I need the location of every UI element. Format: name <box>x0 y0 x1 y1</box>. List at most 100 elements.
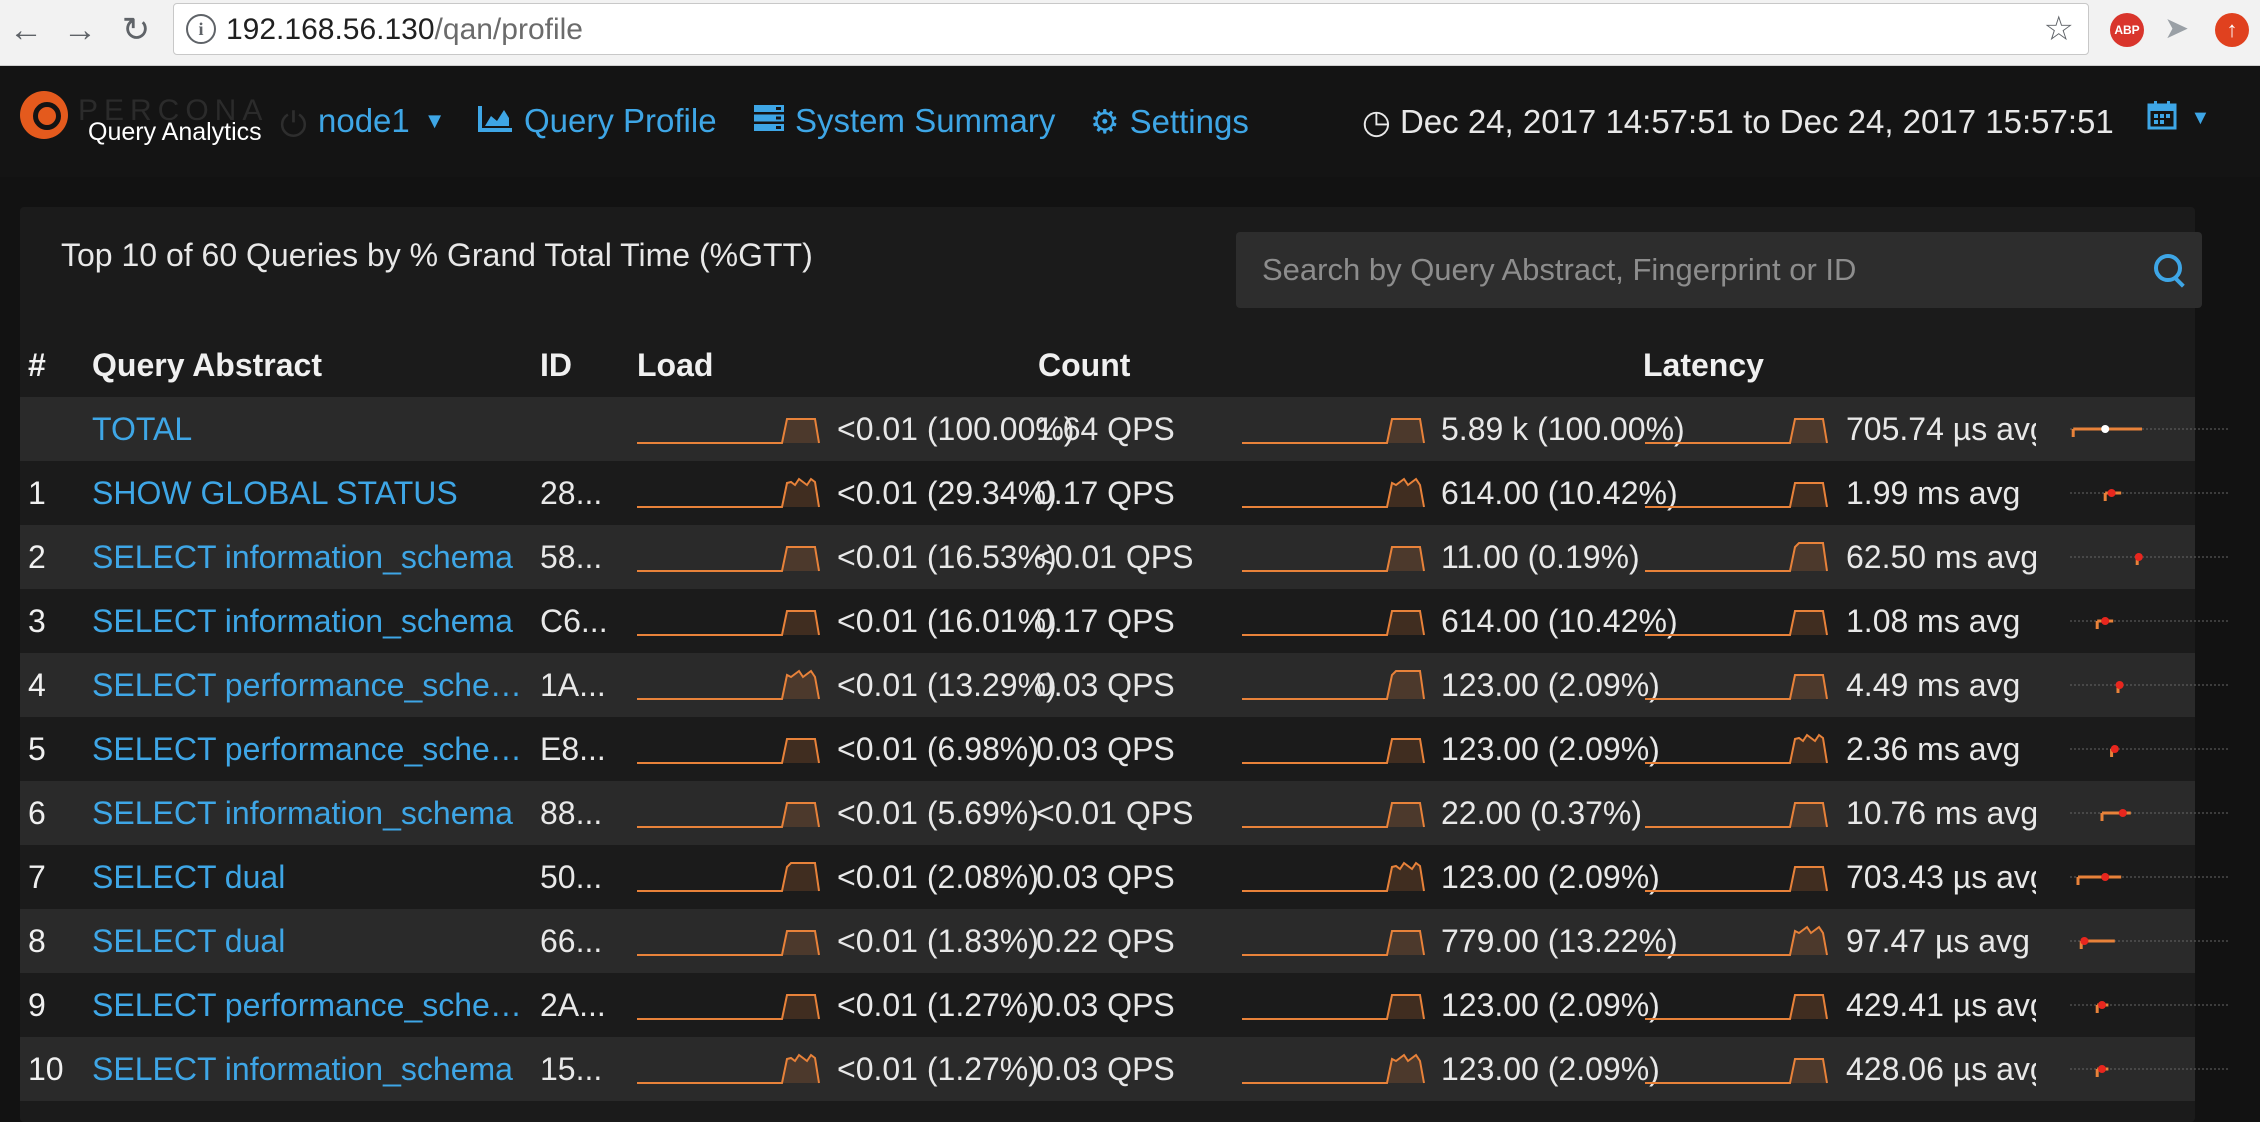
count-qps: <0.01 QPS <box>1036 795 1194 831</box>
row-index: 4 <box>28 667 46 703</box>
lat-sparkline-area <box>1645 867 1827 891</box>
caret-down-icon: ▼ <box>423 108 446 133</box>
info-icon[interactable]: i <box>186 14 216 44</box>
time-range-text: Dec 24, 2017 14:57:51 to Dec 24, 2017 15… <box>1399 103 2114 140</box>
query-abstract-link[interactable]: SELECT dual <box>92 859 532 896</box>
query-abstract-link[interactable]: SELECT information_schema <box>92 795 532 832</box>
table-row[interactable]: 1 SHOW GLOBAL STATUS 28... <0.01 (29.34%) 0.… <box>20 461 2230 525</box>
query-profile-panel: Top 10 of 60 Queries by % Grand Total Ti… <box>20 207 2230 1122</box>
query-abstract-link[interactable]: SELECT information_schema <box>92 539 532 576</box>
latency-value: 10.76 ms avg <box>1846 795 2036 832</box>
nav-settings[interactable]: ⚙ Settings <box>1090 102 1249 141</box>
latency-median-dot <box>2098 1001 2106 1009</box>
latency-median-dot <box>2101 873 2110 881</box>
query-abstract-link[interactable]: SELECT information_schema <box>92 603 532 640</box>
count-sparkline-area <box>1242 1055 1424 1083</box>
col-id[interactable]: ID <box>540 347 572 384</box>
row-index: 7 <box>28 859 46 895</box>
load-sparkline <box>637 610 820 636</box>
count-sparkline-area <box>1242 739 1424 763</box>
table-row[interactable]: 7 SELECT dual 50... <0.01 (2.08%) 0.03 QPS 12… <box>20 845 2230 909</box>
url-text[interactable]: 192.168.56.130/qan/profile <box>226 13 583 47</box>
table-row[interactable]: 8 SELECT dual 66... <0.01 (1.83%) 0.22 QPS 77… <box>20 909 2230 973</box>
count-qps: 0.03 QPS <box>1036 1051 1175 1087</box>
latency-text: 428.06 µs avg <box>1846 1051 2036 1087</box>
query-abstract-link[interactable]: SELECT performance_schema <box>92 667 532 704</box>
table-row[interactable]: 5 SELECT performance_schema E8... <0.01 (6.… <box>20 717 2230 781</box>
lat-sparkline <box>1645 542 1828 572</box>
col-latency[interactable]: Latency <box>1643 347 1764 384</box>
lat-sparkline-area <box>1645 483 1827 507</box>
latency-value: 429.41 µs avg <box>1846 987 2036 1024</box>
power-icon: ⏻ <box>280 106 307 144</box>
col-count[interactable]: Count <box>1038 347 1130 384</box>
count-sparkline <box>1242 802 1425 828</box>
count-qps: 0.17 QPS <box>1036 603 1175 639</box>
address-bar[interactable]: i 192.168.56.130/qan/profile ☆ <box>173 3 2089 55</box>
table-header: # Query Abstract ID Load Count Latency <box>20 337 2195 393</box>
latency-distribution <box>2070 1065 2230 1077</box>
bookmark-star-icon[interactable]: ☆ <box>2044 9 2074 49</box>
search-icon[interactable] <box>2154 254 2182 282</box>
load-percent: <0.01 (29.34%) <box>837 475 1057 511</box>
nav-query-profile-label: Query Profile <box>524 102 717 139</box>
table-row[interactable]: 9 SELECT performance_schema 2A... <0.01 (1.… <box>20 973 2230 1037</box>
adblock-plus-icon[interactable]: ABP <box>2110 13 2144 47</box>
table-row[interactable]: 4 SELECT performance_schema 1A... <0.01 (13… <box>20 653 2230 717</box>
count-sparkline <box>1242 610 1425 636</box>
latency-value: 703.43 µs avg <box>1846 859 2036 896</box>
lat-sparkline <box>1645 418 1828 444</box>
row-index: 10 <box>28 1051 64 1087</box>
forward-arrow-icon[interactable]: → <box>58 8 102 52</box>
node-selector[interactable]: node1 ▼ <box>318 102 446 140</box>
query-id: 15... <box>540 1051 603 1087</box>
nav-settings-label: Settings <box>1129 103 1249 140</box>
load-sparkline <box>637 994 820 1020</box>
row-index: 2 <box>28 539 46 575</box>
node-label: node1 <box>318 102 410 139</box>
count-qps: 0.03 QPS <box>1036 731 1175 767</box>
load-percent: <0.01 (16.53%) <box>837 539 1057 575</box>
col-query-abstract[interactable]: Query Abstract <box>92 347 322 384</box>
table-row[interactable]: 10 SELECT information_schema 15... <0.01 (1… <box>20 1037 2230 1101</box>
load-sparkline <box>637 418 820 444</box>
brand-subtitle: Query Analytics <box>88 118 262 146</box>
query-id: 50... <box>540 859 603 895</box>
latency-distribution <box>2070 1001 2230 1013</box>
query-abstract-link[interactable]: SELECT performance_schema <box>92 731 532 768</box>
percona-logo-icon <box>20 91 68 139</box>
latency-value: 2.36 ms avg <box>1846 731 2036 768</box>
count-sparkline <box>1242 861 1425 892</box>
query-abstract-link[interactable]: SHOW GLOBAL STATUS <box>92 475 532 512</box>
table-row[interactable]: 3 SELECT information_schema C6... <0.01 (16… <box>20 589 2230 653</box>
load-percent: <0.01 (16.01%) <box>837 603 1057 639</box>
table-row[interactable]: 2 SELECT information_schema 58... <0.01 (16… <box>20 525 2230 589</box>
url-host: 192.168.56.130 <box>226 13 435 46</box>
col-load[interactable]: Load <box>637 347 713 384</box>
query-abstract-link[interactable]: SELECT dual <box>92 923 532 960</box>
load-percent: <0.01 (1.27%) <box>837 987 1039 1023</box>
back-arrow-icon[interactable]: ← <box>4 8 48 52</box>
latency-text: 10.76 ms avg <box>1846 795 2036 831</box>
load-sparkline <box>637 930 820 956</box>
date-picker-button[interactable]: ▼ <box>2147 100 2210 139</box>
reload-icon[interactable]: ↻ <box>114 8 158 52</box>
lat-sparkline-area <box>1645 803 1827 827</box>
search-input[interactable] <box>1236 232 2112 308</box>
query-abstract-link[interactable]: TOTAL <box>92 411 532 448</box>
up-arrow-icon[interactable]: ↑ <box>2215 13 2249 47</box>
nav-query-profile[interactable]: Query Profile <box>478 102 717 140</box>
lat-sparkline <box>1645 674 1828 700</box>
latency-text: 97.47 µs avg <box>1846 923 2030 959</box>
query-abstract-link[interactable]: SELECT information_schema <box>92 1051 532 1088</box>
latency-text: 703.43 µs avg <box>1846 859 2036 895</box>
bird-icon[interactable]: ➤ <box>2164 11 2189 46</box>
table-row[interactable]: 6 SELECT information_schema 88... <0.01 (5.… <box>20 781 2230 845</box>
query-abstract-link[interactable]: SELECT performance_schema <box>92 987 532 1024</box>
lat-sparkline-area <box>1645 1059 1827 1083</box>
nav-system-summary[interactable]: System Summary <box>753 102 1055 140</box>
total-row[interactable]: TOTAL <0.01 (100.00%) 1.64 QPS 5.89 k (100.… <box>20 397 2230 461</box>
count-sparkline <box>1242 738 1425 764</box>
count-qps: 1.64 QPS <box>1036 411 1175 447</box>
time-range: ◷ Dec 24, 2017 14:57:51 to Dec 24, 2017 … <box>1362 102 2114 141</box>
